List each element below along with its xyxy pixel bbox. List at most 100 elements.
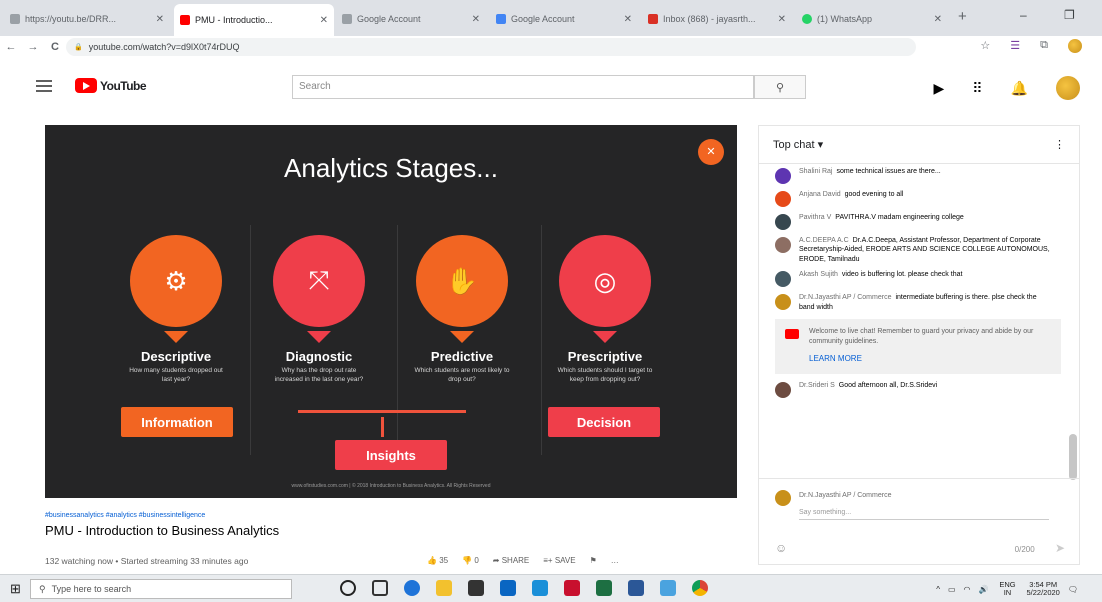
chat-author[interactable]: Akash Sujith [799, 271, 838, 278]
store-icon[interactable] [468, 580, 484, 596]
paint-icon[interactable] [660, 580, 676, 596]
avatar [775, 168, 791, 184]
dislike-button[interactable]: 👎 0 [462, 556, 479, 565]
battery-icon[interactable]: ▭ [948, 585, 956, 594]
restore-button[interactable]: ❐ [1064, 8, 1075, 22]
url-input[interactable]: 🔒 youtube.com/watch?v=d9lX0t74rDUQ [66, 38, 916, 56]
chat-message-list[interactable]: Shalini Raj some technical issues are the… [759, 164, 1067, 476]
char-counter: 0/200 [1014, 545, 1035, 554]
stage-prescriptive: ◎ Prescriptive Which students should I t… [535, 235, 675, 385]
send-icon[interactable]: ➤ [1055, 541, 1065, 555]
avatar [775, 271, 791, 288]
chrome-icon[interactable] [692, 580, 708, 596]
report-flag-icon[interactable]: ⚑ [590, 556, 597, 565]
diagnostic-circle: ⤧ [273, 235, 365, 327]
whatsapp-favicon-icon [802, 14, 812, 24]
hands-star-icon: ✋ [445, 265, 479, 296]
stage-description: How many students dropped out last year? [129, 367, 223, 383]
minimize-button[interactable]: – [1020, 8, 1027, 22]
edge-icon[interactable] [404, 580, 420, 596]
extension-icon[interactable]: ☰ [1010, 39, 1020, 53]
chat-author[interactable]: Pavithra V [799, 214, 831, 221]
more-actions-button[interactable]: … [611, 556, 619, 565]
stage-diagnostic: ⤧ Diagnostic Why has the drop out rate i… [249, 235, 389, 385]
apps-grid-icon[interactable]: ⠿ [972, 80, 982, 97]
tray-chevron-icon[interactable]: ^ [936, 585, 940, 594]
notifications-icon[interactable]: 🗨 [1068, 585, 1078, 594]
chat-author[interactable]: Dr.Srideri S [799, 382, 835, 389]
youtube-mini-icon [785, 329, 799, 340]
learn-more-link[interactable]: LEARN MORE [809, 353, 1053, 364]
top-chat-dropdown[interactable]: Top chat ▾ [773, 138, 823, 151]
system-tray: ^ ▭ ◠ 🔊 ENG IN 3:54 PM 5/22/2020 🗨 [936, 580, 1078, 598]
file-explorer-icon[interactable] [436, 580, 452, 596]
browser-tab[interactable]: Google Account ✕ [490, 6, 638, 32]
create-video-icon[interactable]: ▶ [934, 80, 945, 97]
close-tab-icon[interactable]: ✕ [934, 14, 942, 25]
hamburger-menu-icon[interactable] [36, 80, 52, 95]
target-gear-icon: ◎ [593, 265, 617, 296]
chat-scrollbar[interactable] [1069, 434, 1077, 480]
close-tab-icon[interactable]: ✕ [778, 14, 786, 25]
like-button[interactable]: 👍 35 [427, 556, 448, 565]
account-avatar[interactable] [1056, 76, 1080, 100]
chat-text: Good afternoon all, Dr.S.Sridevi [838, 381, 938, 389]
chat-author[interactable]: Dr.N.Jayasthi AP / Commerce [799, 294, 891, 301]
close-tab-icon[interactable]: ✕ [624, 14, 632, 25]
chat-message: Shalini Raj some technical issues are the… [759, 164, 1067, 187]
chat-author[interactable]: Shalini Raj [799, 168, 832, 175]
browser-tab[interactable]: (1) WhatsApp ✕ [796, 6, 948, 32]
back-icon[interactable]: ← [0, 41, 22, 53]
word-icon[interactable] [628, 580, 644, 596]
browser-tab[interactable]: https://youtu.be/DRR... ✕ [4, 6, 170, 32]
avatar [775, 381, 791, 398]
clock[interactable]: 3:54 PM 5/22/2020 [1026, 580, 1059, 598]
chat-more-icon[interactable]: ⋮ [1054, 138, 1065, 151]
decision-tag: Decision [548, 407, 660, 437]
mail-icon[interactable] [500, 580, 516, 596]
down-arrow-icon [593, 331, 617, 343]
extensions-puzzle-icon[interactable]: ⧉ [1040, 39, 1048, 53]
search-button[interactable]: ⚲ [754, 75, 806, 99]
excel-icon[interactable] [596, 580, 612, 596]
avatar [775, 237, 791, 253]
stage-name: Diagnostic [285, 349, 353, 364]
close-tab-icon[interactable]: ✕ [156, 14, 164, 25]
chat-author[interactable]: Anjana David [799, 191, 841, 198]
profile-avatar-icon[interactable] [1068, 39, 1082, 53]
app-icon[interactable] [532, 580, 548, 596]
taskbar-search-input[interactable]: ⚲ Type here to search [30, 579, 292, 599]
save-button[interactable]: ≡+ SAVE [543, 556, 575, 565]
youtube-logo[interactable]: YouTube [75, 78, 147, 93]
reload-icon[interactable]: C [44, 41, 66, 53]
avatar [775, 294, 791, 311]
video-meta: 132 watching now • Started streaming 33 … [45, 556, 249, 566]
browser-tab[interactable]: Google Account ✕ [336, 6, 486, 32]
volume-icon[interactable]: 🔊 [979, 585, 989, 594]
browser-tab[interactable]: Inbox (868) - jayasrth... ✕ [642, 6, 792, 32]
wifi-icon[interactable]: ◠ [964, 585, 971, 594]
slide-close-icon: ✕ [698, 139, 724, 165]
cortana-icon[interactable] [340, 580, 356, 596]
windows-start-icon[interactable]: ⊞ [10, 581, 21, 597]
task-view-icon[interactable] [372, 580, 388, 596]
video-hashtags[interactable]: #businessanalytics #analytics #businessi… [45, 512, 737, 519]
forward-icon[interactable]: → [22, 41, 44, 53]
notifications-bell-icon[interactable]: 🔔 [1011, 80, 1028, 97]
close-tab-icon[interactable]: ✕ [472, 14, 480, 25]
close-tab-icon[interactable]: ✕ [320, 15, 328, 26]
video-player[interactable]: Analytics Stages... ✕ ⚙ Descriptive How … [45, 125, 737, 498]
chat-author[interactable]: A.C.DEEPA A.C [799, 237, 849, 244]
chat-message-input[interactable]: Say something... [799, 509, 1049, 520]
bookmark-star-icon[interactable]: ☆ [980, 39, 990, 53]
avatar [775, 191, 791, 207]
new-tab-button[interactable]: + [958, 8, 967, 25]
search-input[interactable]: Search [292, 75, 754, 99]
share-button[interactable]: ➦ SHARE [493, 556, 530, 565]
taskbar-apps [340, 580, 708, 596]
emoji-icon[interactable]: ☺ [775, 541, 787, 555]
browser-tab-active[interactable]: PMU - Introductio... ✕ [174, 4, 334, 36]
stage-name: Descriptive [140, 349, 212, 364]
mcafee-icon[interactable] [564, 580, 580, 596]
language-indicator[interactable]: ENG IN [996, 580, 1018, 598]
